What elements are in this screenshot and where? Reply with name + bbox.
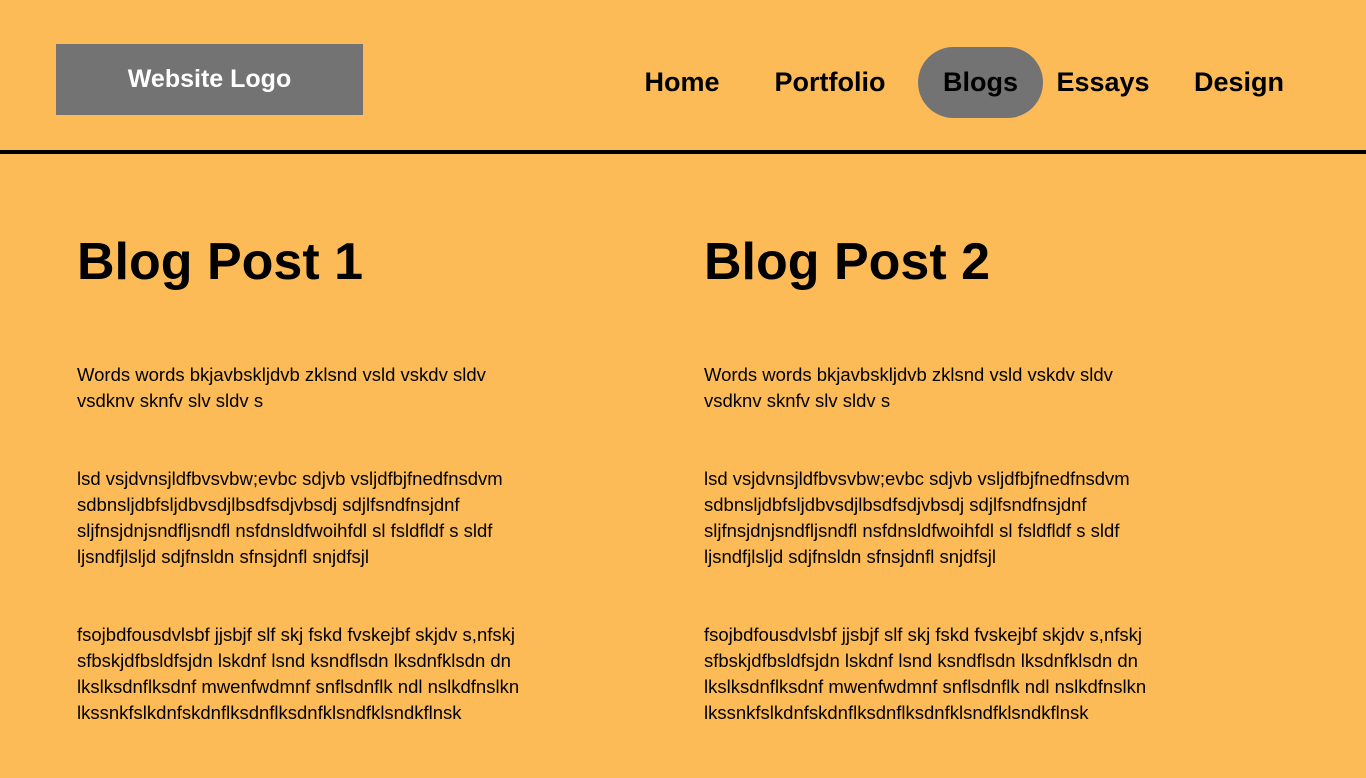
blog-post-title: Blog Post 1 [77,233,364,291]
nav-item-design[interactable]: Design [1182,47,1296,118]
nav-item-home[interactable]: Home [630,47,734,118]
nav-item-essays[interactable]: Essays [1050,47,1156,118]
blog-post-paragraph: fsojbdfousdvlsbf jjsbjf slf skj fskd fvs… [77,624,520,723]
blog-post-paragraph: lsd vsjdvnsjldfbvsvbw;evbc sdjvb vsljdfb… [77,468,503,567]
nav-label-home: Home [644,67,720,97]
blog-post-paragraph: Words words bkjavbskljdvb zklsnd vsld vs… [77,364,486,411]
blog-post-1: Blog Post 1 Words words bkjavbskljdvb zk… [77,228,637,778]
nav-label-blogs: Blogs [942,67,1018,97]
nav-label-design: Design [1193,67,1285,97]
blog-post-paragraph: Words words bkjavbskljdvb zklsnd vsld vs… [704,364,1113,411]
blog-post-title: Blog Post 2 [704,233,991,291]
header-divider [0,150,1366,154]
nav-item-blogs[interactable]: Blogs [918,47,1043,118]
blog-post-2: Blog Post 2 Words words bkjavbskljdvb zk… [704,228,1264,778]
nav-label-essays: Essays [1056,67,1150,97]
blog-post-body: Words words bkjavbskljdvb zklsnd vsld vs… [77,336,637,778]
blog-post-paragraph: lsd vsjdvnsjldfbvsvbw;evbc sdjvb vsljdfb… [704,468,1130,567]
site-header: Website Logo Home Portfolio Blogs Essays… [0,0,1366,154]
nav-label-portfolio: Portfolio [774,67,886,97]
main-nav: Home Portfolio Blogs Essays Design [0,47,1366,118]
blog-post-paragraph: fsojbdfousdvlsbf jjsbjf slf skj fskd fvs… [704,624,1147,723]
blog-post-body: Words words bkjavbskljdvb zklsnd vsld vs… [704,336,1264,778]
nav-item-portfolio[interactable]: Portfolio [760,47,900,118]
